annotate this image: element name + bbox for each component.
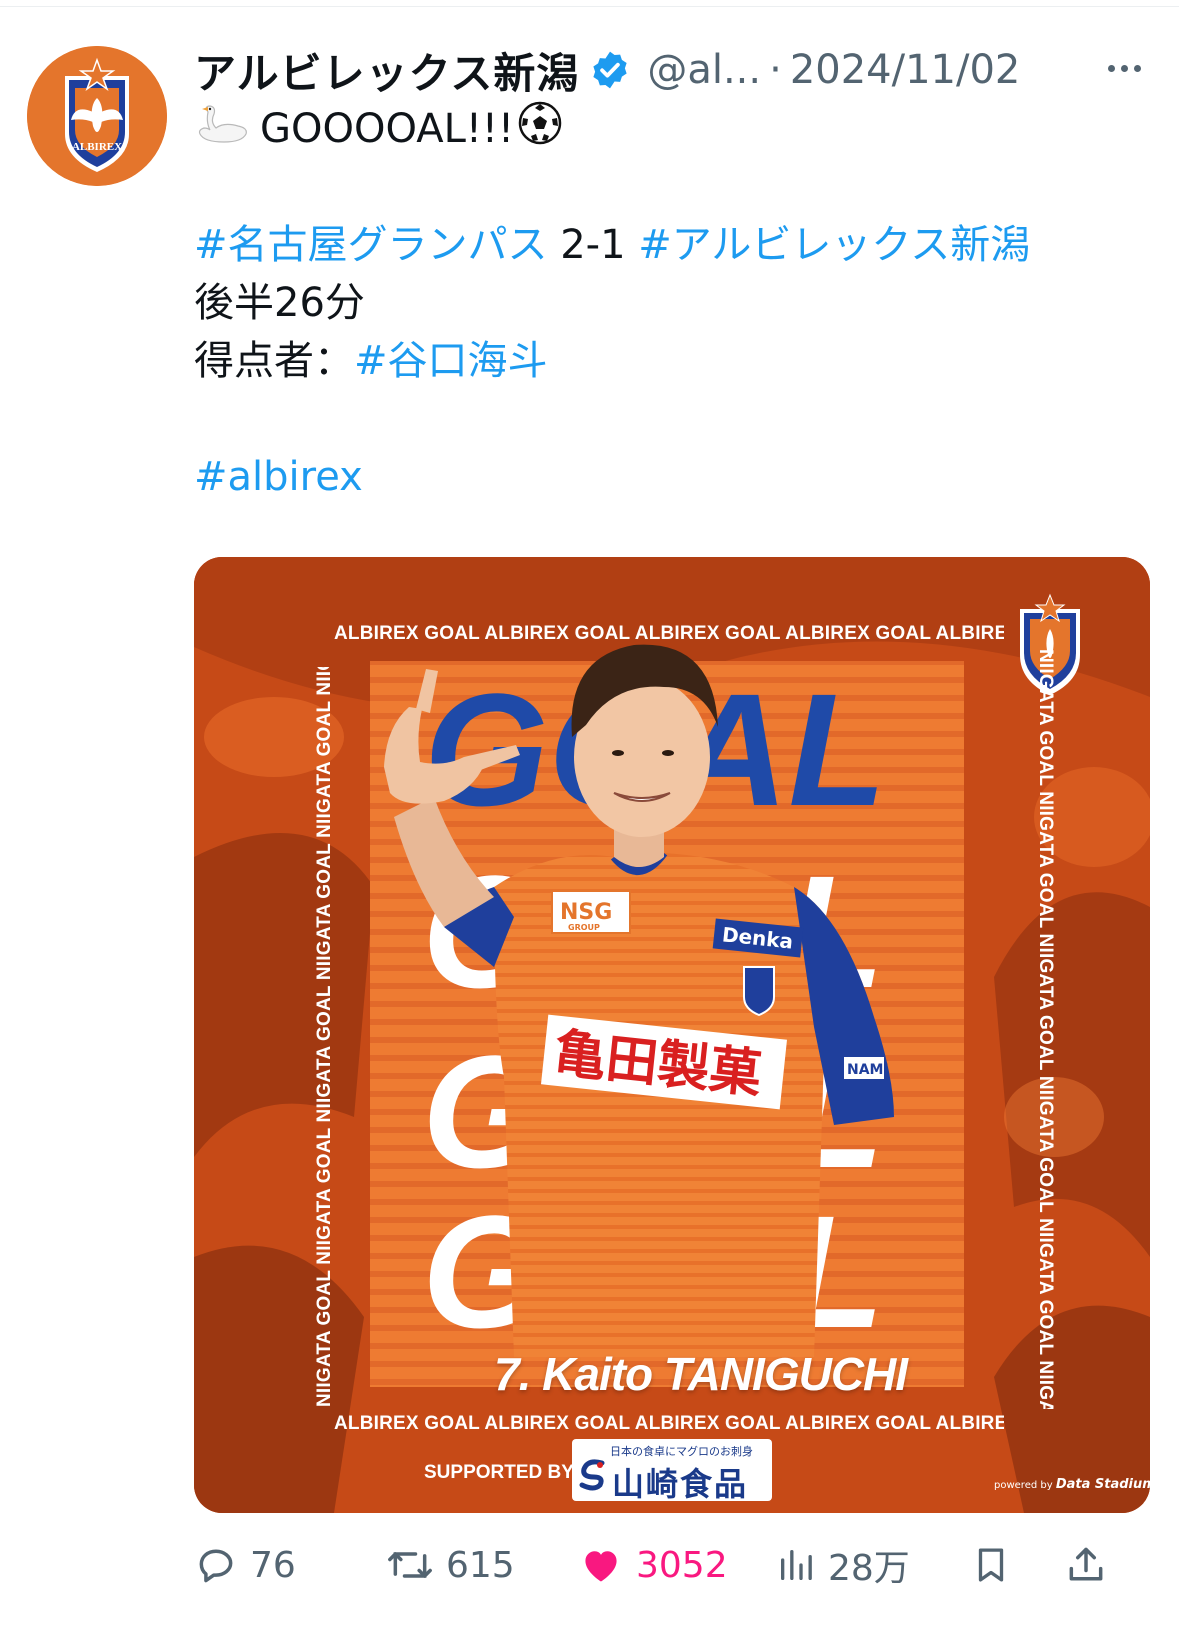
handle[interactable]: @al... [647,47,761,93]
sleeve-logo-text: NAMI [847,1062,889,1078]
timestamp[interactable]: 2024/11/02 [790,47,1021,93]
views-button[interactable]: 28万 [776,1530,910,1600]
time-text: 後半26分 [194,280,365,326]
avatar[interactable]: ALBIREX [27,46,167,186]
swan-icon [194,102,250,160]
bookmark-icon [978,1548,1004,1582]
reply-button[interactable]: 76 [194,1530,296,1600]
retweet-button[interactable]: 615 [386,1530,515,1600]
shoulder-sponsor-sub: GROUP [568,923,600,932]
band-right-text: NIIGATA GOAL NIIGATA GOAL NIIGATA GOAL N… [1035,649,1056,1409]
player-name: 7. Kaito TANIGUCHI [494,1348,908,1400]
band-left-text: NIIGATA GOAL NIIGATA GOAL NIIGATA GOAL N… [314,667,335,1407]
tweet-line-score: #名古屋グランパス 2-1 #アルビレックス新潟 [194,216,1154,274]
hashtag-away[interactable]: #アルビレックス新潟 [638,222,1030,268]
supported-by-label: SUPPORTED BY [424,1462,574,1483]
more-dot-icon [1107,64,1115,72]
albirex-crest-icon: ALBIREX [27,46,167,186]
share-icon [1069,1547,1103,1581]
retweet-icon [388,1552,432,1578]
tweet-line-tag: #albirex [194,448,1154,506]
band-bottom-text: ALBIREX GOAL ALBIREX GOAL ALBIREX GOAL A… [334,1413,1004,1434]
crest-text: ALBIREX [72,141,122,153]
separator-dot: · [769,47,782,93]
powered-by-brand: Data Stadium [1055,1477,1150,1492]
sponsor-name: 山崎食品 [612,1465,749,1503]
tweet-line-goal: GOOOOAL!!! [194,100,1154,158]
more-dot-icon [1133,64,1141,72]
tweet-line-time: 後半26分 [194,274,1154,332]
share-button[interactable] [1064,1530,1108,1600]
hashtag-albirex[interactable]: #albirex [194,454,363,500]
bookmark-button[interactable] [970,1530,1012,1600]
tweet-line-scorer: 得点者：#谷口海斗 [194,332,1154,390]
hashtag-home[interactable]: #名古屋グランパス [194,222,548,268]
sponsor-logo: 日本の食卓にマグロのお刺身 山崎食品 [572,1439,772,1503]
action-bar: 76 615 3052 28万 [194,1530,1154,1600]
soccer-ball-icon [518,101,562,161]
hashtag-scorer[interactable]: #谷口海斗 [354,338,548,384]
reply-count: 76 [250,1544,296,1586]
scorer-label: 得点者： [194,338,354,384]
shoulder-sponsor-text: NSG [560,900,612,925]
tweet-text: GOOOOAL!!! #名古屋グランパス 2-1 #アルビレックス新潟 後半26… [194,100,1154,506]
heart-icon [585,1551,617,1582]
powered-by-label: powered by [994,1480,1053,1491]
like-button[interactable]: 3052 [578,1530,728,1600]
retweet-count: 615 [446,1544,515,1586]
band-top-text: ALBIREX GOAL ALBIREX GOAL ALBIREX GOAL A… [334,623,1004,644]
score-text: 2-1 [547,222,639,268]
display-name[interactable]: アルビレックス新潟 [194,40,579,101]
like-count: 3052 [636,1544,728,1586]
powered-by: powered by Data Stadium [994,1477,1150,1492]
goal-text: GOOOOAL!!! [260,106,514,152]
more-dot-icon [1120,64,1128,72]
views-count: 28万 [828,1548,910,1589]
tweet-header: アルビレックス新潟 @al... · 2024/11/02 [194,38,1154,102]
top-divider [0,0,1179,7]
more-options-button[interactable] [1094,38,1154,98]
views-icon [781,1550,812,1580]
reply-icon [199,1549,233,1583]
verified-badge-icon [589,49,631,91]
sponsor-tagline: 日本の食卓にマグロのお刺身 [610,1445,753,1458]
tweet-image[interactable]: GOAL GOAL GOAL GOAL [194,557,1150,1513]
